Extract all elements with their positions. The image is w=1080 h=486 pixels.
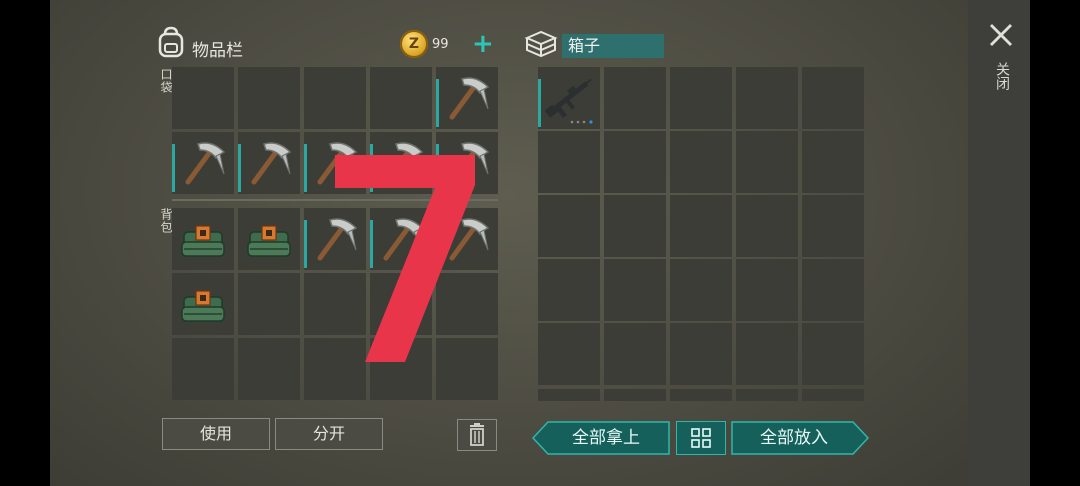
- trash-icon: [470, 423, 484, 446]
- sort-button[interactable]: [676, 421, 726, 455]
- trash-button[interactable]: [457, 419, 497, 451]
- use-button[interactable]: 使用: [162, 418, 270, 450]
- take-all-label: 全部拿上: [572, 428, 640, 448]
- split-button[interactable]: 分开: [275, 418, 383, 450]
- put-all-label: 全部放入: [760, 428, 828, 448]
- sort-icon: [691, 428, 711, 448]
- overlay-number-seven: 7: [335, 155, 475, 362]
- take-all-button[interactable]: 全部拿上: [532, 421, 670, 455]
- put-all-button[interactable]: 全部放入: [731, 421, 869, 455]
